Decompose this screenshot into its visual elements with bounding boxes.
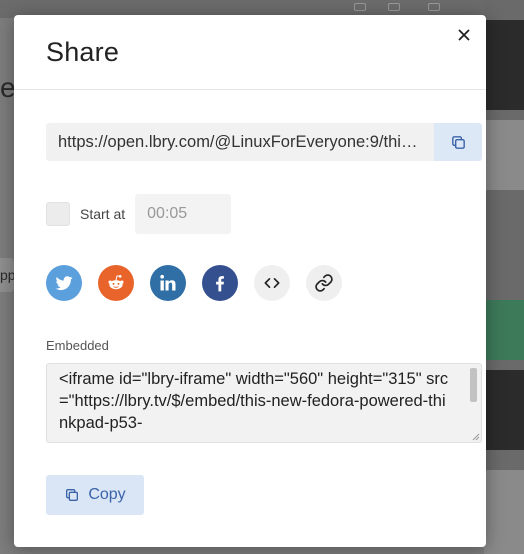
dialog-title: Share — [46, 37, 120, 67]
scrollbar-thumb[interactable] — [470, 368, 477, 402]
reddit-icon — [108, 275, 124, 290]
background-icon — [354, 3, 366, 11]
dialog-header: Share — [14, 15, 486, 90]
background-button: pp — [0, 258, 16, 292]
embed-code-textarea[interactable]: <iframe id="lbry-iframe" width="560" hei… — [46, 363, 482, 443]
copy-button-label: Copy — [88, 486, 126, 503]
facebook-icon — [216, 276, 224, 292]
background-thumbnail — [484, 370, 524, 450]
copy-embed-button[interactable]: Copy — [46, 475, 144, 515]
embed-code-button[interactable] — [254, 265, 290, 301]
copy-url-button[interactable] — [434, 123, 482, 161]
close-icon — [458, 29, 470, 41]
background-icon — [428, 3, 440, 11]
resize-handle-icon[interactable] — [471, 432, 480, 441]
linkedin-icon — [160, 274, 176, 291]
background-thumbnail — [484, 120, 524, 190]
twitter-share-button[interactable] — [46, 265, 82, 301]
copy-link-button[interactable] — [306, 265, 342, 301]
start-at-row: Start at 00:05 — [46, 194, 232, 234]
twitter-icon — [55, 276, 73, 291]
reddit-share-button[interactable] — [98, 265, 134, 301]
embed-scrollbar[interactable] — [469, 366, 479, 440]
share-url-row: https://open.lbry.com/@LinuxForEveryone:… — [46, 123, 482, 161]
link-icon — [315, 274, 333, 292]
close-button[interactable] — [454, 25, 474, 45]
code-icon — [264, 278, 280, 288]
social-share-buttons — [46, 265, 342, 301]
start-at-label: Start at — [80, 206, 126, 222]
background-icon — [388, 3, 400, 11]
start-time-input[interactable]: 00:05 — [135, 194, 232, 234]
background-thumbnail — [484, 20, 524, 110]
share-dialog: Share https://open.lbry.com/@LinuxForEve… — [14, 15, 486, 547]
copy-icon — [451, 135, 465, 149]
linkedin-share-button[interactable] — [150, 265, 186, 301]
start-at-checkbox[interactable] — [46, 202, 70, 226]
embed-code-text: <iframe id="lbry-iframe" width="560" hei… — [59, 370, 449, 432]
background-thumbnail — [484, 470, 524, 554]
background-sidebar — [484, 0, 524, 554]
background-thumbnail — [484, 300, 524, 360]
share-url-field[interactable]: https://open.lbry.com/@LinuxForEveryone:… — [46, 123, 434, 161]
embedded-label: Embedded — [46, 338, 109, 353]
facebook-share-button[interactable] — [202, 265, 238, 301]
copy-icon — [66, 489, 79, 501]
